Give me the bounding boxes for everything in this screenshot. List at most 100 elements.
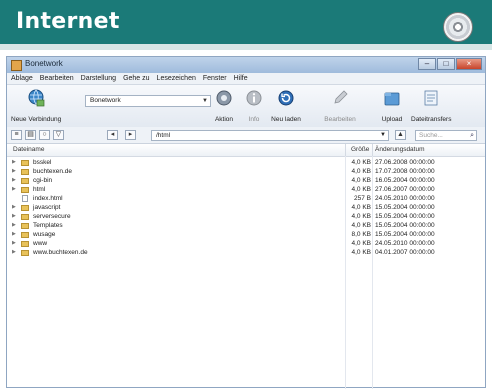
column-separator bbox=[345, 144, 346, 156]
search-input[interactable]: Suche... ⌕ bbox=[415, 130, 477, 141]
transfers-icon bbox=[424, 90, 438, 106]
minimize-button[interactable]: – bbox=[418, 58, 436, 70]
parent-folder-button[interactable]: ▲ bbox=[395, 130, 406, 140]
chevron-down-icon: ▼ bbox=[202, 98, 208, 104]
file-name: cgi-bin bbox=[33, 177, 53, 184]
gear-icon bbox=[216, 90, 232, 106]
new-connection-button[interactable]: Neue Verbindung bbox=[11, 89, 61, 123]
view-browser-button[interactable]: ▤ bbox=[25, 130, 36, 140]
file-name: index.html bbox=[33, 195, 63, 202]
expand-arrow-icon[interactable]: ▶ bbox=[12, 185, 16, 194]
menu-hilfe[interactable]: Hilfe bbox=[234, 73, 248, 84]
folder-icon bbox=[21, 169, 29, 175]
file-modified: 15.05.2004 00:00:00 bbox=[375, 222, 435, 229]
menu-ablage[interactable]: Ablage bbox=[11, 73, 33, 84]
file-name: bsskel bbox=[33, 159, 52, 166]
toolbar: Neue Verbindung Bonetwork ▼ Aktion Info bbox=[7, 85, 485, 128]
action-button[interactable]: Aktion bbox=[211, 89, 237, 123]
view-filter-button[interactable]: ▽ bbox=[53, 130, 64, 140]
expand-arrow-icon[interactable]: ▶ bbox=[12, 176, 16, 185]
close-button[interactable]: × bbox=[456, 58, 482, 70]
banner-divider bbox=[0, 44, 492, 50]
info-button[interactable]: Info bbox=[245, 89, 263, 123]
back-button[interactable]: ◂ bbox=[107, 130, 118, 140]
table-row[interactable]: ▶ bsskel 4,0 KB 27.06.2008 00:00:00 bbox=[7, 158, 485, 167]
file-modified: 24.05.2010 00:00:00 bbox=[375, 240, 435, 247]
file-name: html bbox=[33, 186, 46, 193]
file-modified: 15.05.2004 00:00:00 bbox=[375, 213, 435, 220]
bookmark-combo[interactable]: Bonetwork ▼ bbox=[85, 95, 211, 107]
file-modified: 27.06.2008 00:00:00 bbox=[375, 159, 435, 166]
expand-arrow-icon[interactable]: ▶ bbox=[12, 239, 16, 248]
expand-arrow-icon[interactable]: ▶ bbox=[12, 248, 16, 257]
transfers-label: Dateitransfers bbox=[411, 116, 452, 123]
file-modified: 15.05.2004 00:00:00 bbox=[375, 231, 435, 238]
info-icon bbox=[246, 90, 262, 106]
file-size: 4,0 KB bbox=[351, 204, 371, 211]
app-icon bbox=[11, 60, 22, 71]
refresh-label: Neu laden bbox=[271, 116, 301, 123]
table-row[interactable]: ▶ wusage 8,0 KB 15.05.2004 00:00:00 bbox=[7, 230, 485, 239]
menu-bar: Ablage Bearbeiten Darstellung Gehe zu Le… bbox=[7, 73, 485, 85]
chevron-down-icon: ▼ bbox=[380, 132, 386, 138]
expand-arrow-icon[interactable]: ▶ bbox=[12, 212, 16, 221]
table-row[interactable]: ▶ www 4,0 KB 24.05.2010 00:00:00 bbox=[7, 239, 485, 248]
search-placeholder: Suche... bbox=[419, 132, 443, 139]
folder-icon bbox=[21, 178, 29, 184]
table-row[interactable]: ▶ buchtexen.de 4,0 KB 17.07.2008 00:00:00 bbox=[7, 167, 485, 176]
expand-arrow-icon[interactable]: ▶ bbox=[12, 203, 16, 212]
table-row[interactable]: ▶ html 4,0 KB 27.06.2007 00:00:00 bbox=[7, 185, 485, 194]
file-size: 4,0 KB bbox=[351, 213, 371, 220]
menu-fenster[interactable]: Fenster bbox=[203, 73, 227, 84]
action-label: Aktion bbox=[214, 116, 234, 123]
transfers-button[interactable]: Dateitransfers bbox=[411, 89, 451, 123]
window-title: Bonetwork bbox=[25, 59, 63, 68]
column-name-header[interactable]: Dateiname bbox=[13, 144, 44, 156]
expand-arrow-icon[interactable]: ▶ bbox=[12, 230, 16, 239]
edit-button[interactable]: Bearbeiten bbox=[323, 89, 357, 123]
forward-button[interactable]: ▸ bbox=[125, 130, 136, 140]
table-row[interactable]: ▶ serversecure 4,0 KB 15.05.2004 00:00:00 bbox=[7, 212, 485, 221]
pencil-icon bbox=[334, 90, 348, 104]
app-window: Bonetwork – □ × Ablage Bearbeiten Darste… bbox=[6, 56, 486, 389]
file-modified: 04.01.2007 00:00:00 bbox=[375, 249, 435, 256]
column-size-header[interactable]: Größe bbox=[351, 144, 369, 156]
view-list-button[interactable]: ≡ bbox=[11, 130, 22, 140]
title-bar[interactable]: Bonetwork – □ × bbox=[7, 57, 485, 73]
file-size: 4,0 KB bbox=[351, 222, 371, 229]
column-modified-header[interactable]: Änderungsdatum bbox=[375, 144, 425, 156]
refresh-button[interactable]: Neu laden bbox=[271, 89, 301, 123]
table-row[interactable]: ▶ cgi-bin 4,0 KB 16.05.2004 00:00:00 bbox=[7, 176, 485, 185]
file-size: 4,0 KB bbox=[351, 168, 371, 175]
menu-gehe-zu[interactable]: Gehe zu bbox=[123, 73, 149, 84]
file-modified: 27.06.2007 00:00:00 bbox=[375, 186, 435, 193]
expand-arrow-icon[interactable]: ▶ bbox=[12, 167, 16, 176]
view-settings-button[interactable]: ○ bbox=[39, 130, 50, 140]
menu-bearbeiten[interactable]: Bearbeiten bbox=[40, 73, 74, 84]
file-modified: 17.07.2008 00:00:00 bbox=[375, 168, 435, 175]
upload-button[interactable]: Upload bbox=[379, 89, 405, 123]
file-name: wusage bbox=[33, 231, 56, 238]
table-row[interactable]: index.html 257 B 24.05.2010 00:00:00 bbox=[7, 194, 485, 203]
maximize-button[interactable]: □ bbox=[437, 58, 455, 70]
path-value: /html bbox=[156, 132, 171, 139]
bookmark-combo-value: Bonetwork bbox=[90, 97, 121, 104]
refresh-icon bbox=[278, 90, 294, 106]
table-row[interactable]: ▶ www.buchtexen.de 4,0 KB 04.01.2007 00:00:… bbox=[7, 248, 485, 257]
search-icon: ⌕ bbox=[470, 132, 474, 139]
upload-label: Upload bbox=[381, 116, 403, 123]
expand-arrow-icon[interactable]: ▶ bbox=[12, 158, 16, 167]
file-size: 8,0 KB bbox=[351, 231, 371, 238]
menu-lesezeichen[interactable]: Lesezeichen bbox=[157, 73, 196, 84]
new-connection-label: Neue Verbindung bbox=[11, 116, 62, 123]
table-row[interactable]: ▶ Templates 4,0 KB 15.05.2004 00:00:00 bbox=[7, 221, 485, 230]
file-name: serversecure bbox=[33, 213, 71, 220]
path-field[interactable]: /html ▼ bbox=[151, 130, 389, 141]
file-name: www bbox=[33, 240, 48, 247]
menu-darstellung[interactable]: Darstellung bbox=[81, 73, 116, 84]
folder-icon bbox=[21, 160, 29, 166]
expand-arrow-icon[interactable]: ▶ bbox=[12, 221, 16, 230]
file-modified: 15.05.2004 00:00:00 bbox=[375, 204, 435, 211]
table-row[interactable]: ▶ javascript 4,0 KB 15.05.2004 00:00:00 bbox=[7, 203, 485, 212]
file-modified: 24.05.2010 00:00:00 bbox=[375, 195, 435, 202]
